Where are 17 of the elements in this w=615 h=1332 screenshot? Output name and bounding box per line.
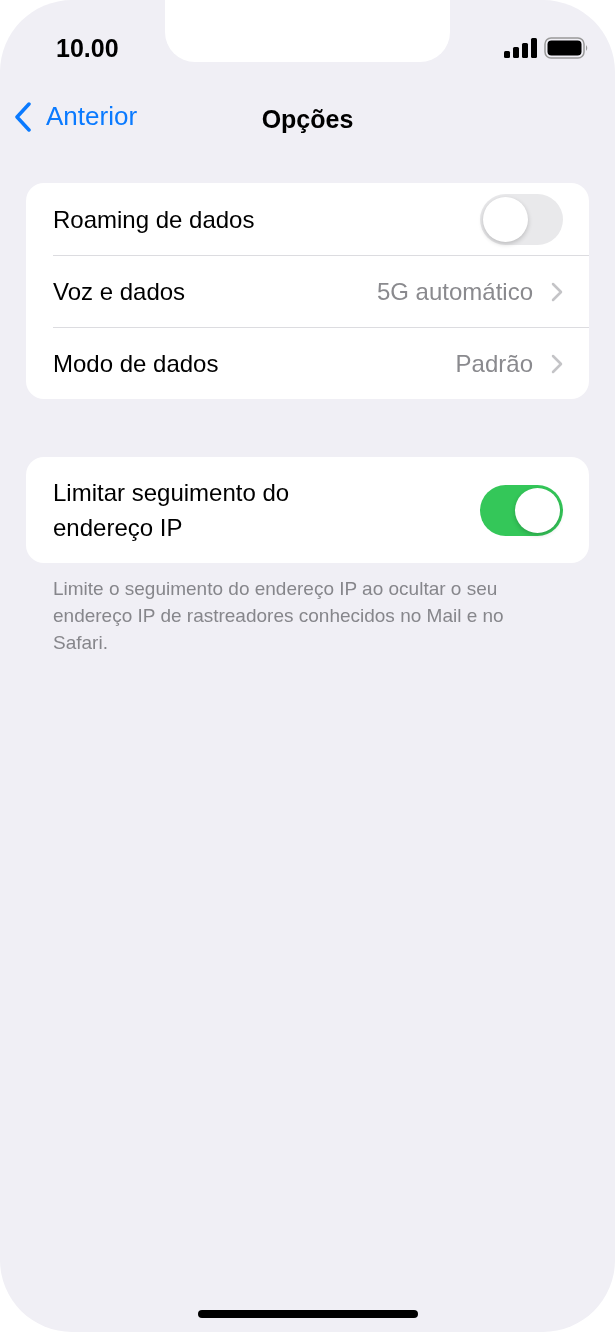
setting-value: 5G automático (376, 277, 533, 306)
setting-value: Padrão (455, 349, 533, 378)
chevron-right-icon (551, 353, 563, 374)
back-button[interactable]: Anterior (14, 101, 138, 132)
toggle-switch[interactable] (480, 193, 563, 245)
chevron-right-icon (551, 281, 563, 302)
signal-icon (504, 38, 537, 58)
page-title: Opções (261, 104, 354, 134)
setting-label: Limitar seguimento do endereço IP (53, 478, 291, 543)
chevron-left-icon (14, 101, 32, 132)
battery-icon (544, 37, 589, 59)
toggle-switch[interactable] (480, 484, 563, 536)
setting-label: Roaming de dados (53, 204, 256, 235)
group-footer-text: Limite o seguimento do endereço IP ao ocultar o seu endereço IP de rastreadores conhecidos no Mail e no Safari. (52, 577, 505, 655)
settings-row[interactable]: Voz e dados 5G automático (53, 255, 589, 327)
clock-time: 10.00 (56, 33, 119, 63)
settings-row[interactable]: Modo de dados Padrão (53, 327, 589, 399)
